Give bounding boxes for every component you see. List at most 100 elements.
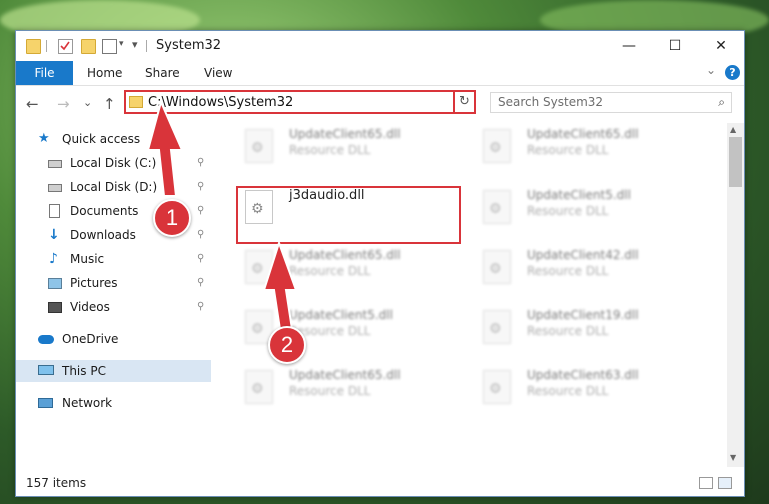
sidebar-item-music[interactable]: ♪ Music ⚲ bbox=[16, 248, 211, 270]
music-icon: ♪ bbox=[49, 251, 58, 267]
pin-icon[interactable]: ⚲ bbox=[197, 224, 204, 246]
step-1-badge: 1 bbox=[153, 199, 191, 237]
forward-button[interactable]: → bbox=[57, 95, 70, 113]
dll-file-icon: ⚙ bbox=[245, 129, 273, 163]
sidebar-item-this-pc[interactable]: This PC bbox=[16, 360, 211, 382]
tab-home[interactable]: Home bbox=[87, 61, 122, 85]
file-item[interactable]: ⚙ UpdateClient65.dll Resource DLL bbox=[237, 366, 457, 412]
sidebar-item-videos[interactable]: Videos ⚲ bbox=[16, 296, 211, 318]
separator bbox=[46, 40, 47, 52]
scroll-up-icon[interactable]: ▲ bbox=[730, 125, 736, 134]
help-icon[interactable]: ? bbox=[725, 65, 740, 80]
ribbon: File Home Share View ⌄ ? bbox=[16, 61, 744, 86]
status-bar: 157 items bbox=[16, 473, 744, 495]
sidebar-item-label: Music bbox=[70, 252, 105, 266]
sidebar-item-network[interactable]: Network bbox=[16, 392, 211, 414]
sidebar-item-quick-access[interactable]: ★ Quick access bbox=[16, 128, 211, 150]
navigation-bar: ← → ⌄ ↑ C:\Windows\System32 ⌄ ↻ Search S… bbox=[16, 86, 744, 120]
vertical-scrollbar[interactable]: ▲ ▼ bbox=[727, 123, 744, 467]
step-2-badge: 2 bbox=[268, 326, 306, 364]
downloads-icon: ↓ bbox=[48, 227, 60, 243]
details-view-icon[interactable] bbox=[699, 477, 713, 489]
pin-icon[interactable]: ⚲ bbox=[197, 152, 204, 174]
videos-icon bbox=[48, 302, 62, 313]
sidebar-item-label: OneDrive bbox=[62, 332, 119, 346]
properties-icon[interactable] bbox=[58, 39, 73, 54]
qat-dropdown-icon[interactable]: ▾ bbox=[132, 38, 138, 51]
file-item[interactable]: ⚙ UpdateClient65.dll Resource DLL bbox=[475, 125, 695, 171]
file-name: UpdateClient65.dll bbox=[289, 127, 401, 141]
search-input[interactable]: Search System32 ⌕ bbox=[490, 92, 732, 113]
tab-view[interactable]: View bbox=[204, 61, 232, 85]
pin-icon[interactable]: ⚲ bbox=[197, 248, 204, 270]
dll-file-icon: ⚙ bbox=[483, 310, 511, 344]
maximize-button[interactable]: ☐ bbox=[652, 31, 698, 61]
file-name: UpdateClient42.dll bbox=[527, 248, 639, 262]
sidebar-item-onedrive[interactable]: OneDrive bbox=[16, 328, 211, 350]
sidebar-item-label: This PC bbox=[62, 364, 106, 378]
file-name: UpdateClient63.dll bbox=[527, 368, 639, 382]
recent-locations-button[interactable]: ⌄ bbox=[83, 96, 92, 109]
search-placeholder: Search System32 bbox=[498, 95, 604, 109]
file-type: Resource DLL bbox=[289, 264, 371, 278]
title-bar: ▾ ▾ System32 — ☐ ✕ bbox=[16, 31, 744, 61]
file-name: UpdateClient65.dll bbox=[289, 248, 401, 262]
file-item[interactable]: ⚙ UpdateClient42.dll Resource DLL bbox=[475, 246, 695, 292]
highlight-box bbox=[236, 186, 461, 244]
file-type: Resource DLL bbox=[289, 143, 371, 157]
dll-file-icon: ⚙ bbox=[483, 370, 511, 404]
folder-icon bbox=[26, 39, 41, 54]
file-name: UpdateClient5.dll bbox=[289, 308, 393, 322]
sidebar-item-local-disk-d[interactable]: Local Disk (D:) ⚲ bbox=[16, 176, 211, 198]
scrollbar-thumb[interactable] bbox=[729, 137, 742, 187]
back-button[interactable]: ← bbox=[26, 95, 39, 113]
file-name: UpdateClient5.dll bbox=[527, 188, 631, 202]
pictures-icon bbox=[48, 278, 62, 289]
refresh-button[interactable]: ↻ bbox=[453, 90, 476, 114]
file-item[interactable]: ⚙ UpdateClient65.dll Resource DLL bbox=[237, 125, 457, 171]
dll-file-icon: ⚙ bbox=[483, 190, 511, 224]
window-title: System32 bbox=[156, 38, 222, 53]
pin-icon[interactable]: ⚲ bbox=[197, 296, 204, 318]
sidebar-item-label: Local Disk (C:) bbox=[70, 156, 157, 170]
address-bar[interactable]: C:\Windows\System32 ⌄ bbox=[124, 90, 474, 114]
close-button[interactable]: ✕ bbox=[698, 31, 744, 61]
tab-share[interactable]: Share bbox=[145, 61, 180, 85]
pin-icon[interactable]: ⚲ bbox=[197, 176, 204, 198]
expand-ribbon-icon[interactable]: ⌄ bbox=[706, 63, 716, 77]
sidebar-item-label: Videos bbox=[70, 300, 110, 314]
chevron-down-icon[interactable]: ▾ bbox=[119, 39, 124, 49]
documents-icon bbox=[49, 204, 60, 218]
pin-icon[interactable]: ⚲ bbox=[197, 200, 204, 222]
address-path[interactable]: C:\Windows\System32 bbox=[148, 95, 293, 110]
navigation-pane: ★ Quick access Local Disk (C:) ⚲ Local D… bbox=[16, 123, 211, 473]
sidebar-item-pictures[interactable]: Pictures ⚲ bbox=[16, 272, 211, 294]
dll-file-icon: ⚙ bbox=[483, 250, 511, 284]
separator bbox=[146, 40, 147, 52]
file-item[interactable]: ⚙ UpdateClient19.dll Resource DLL bbox=[475, 306, 695, 352]
customize-icon[interactable] bbox=[102, 39, 117, 54]
sidebar-item-local-disk-c[interactable]: Local Disk (C:) ⚲ bbox=[16, 152, 211, 174]
large-icons-view-icon[interactable] bbox=[718, 477, 732, 489]
file-item[interactable]: ⚙ UpdateClient5.dll Resource DLL bbox=[475, 186, 695, 232]
file-item[interactable]: ⚙ UpdateClient63.dll Resource DLL bbox=[475, 366, 695, 412]
file-item[interactable]: ⚙ UpdateClient65.dll Resource DLL bbox=[237, 246, 457, 292]
folder-icon bbox=[129, 96, 143, 108]
tab-file[interactable]: File bbox=[16, 61, 73, 85]
file-type: Resource DLL bbox=[527, 204, 609, 218]
file-name: UpdateClient19.dll bbox=[527, 308, 639, 322]
dll-file-icon: ⚙ bbox=[483, 129, 511, 163]
file-type: Resource DLL bbox=[527, 384, 609, 398]
item-count: 157 items bbox=[26, 476, 87, 490]
sidebar-item-label: Quick access bbox=[62, 132, 141, 146]
file-type: Resource DLL bbox=[527, 264, 609, 278]
pin-icon[interactable]: ⚲ bbox=[197, 272, 204, 294]
file-name: UpdateClient65.dll bbox=[289, 368, 401, 382]
new-folder-icon[interactable] bbox=[81, 39, 96, 54]
scroll-down-icon[interactable]: ▼ bbox=[730, 453, 736, 462]
search-icon[interactable]: ⌕ bbox=[718, 95, 725, 110]
network-icon bbox=[38, 398, 53, 408]
minimize-button[interactable]: — bbox=[606, 31, 652, 61]
up-button[interactable]: ↑ bbox=[103, 95, 116, 113]
dll-file-icon: ⚙ bbox=[245, 370, 273, 404]
